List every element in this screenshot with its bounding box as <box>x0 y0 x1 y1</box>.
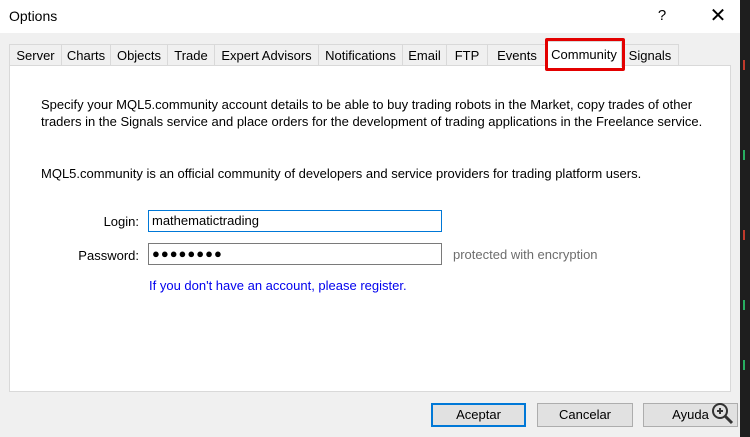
magnifier-icon <box>712 403 734 425</box>
tab-events[interactable]: Events <box>487 44 547 66</box>
intro-text-line2: traders in the Signals service and place… <box>41 114 703 129</box>
login-label: Login: <box>103 214 139 229</box>
options-dialog: Options ? ✕ Server Charts Objects Trade … <box>0 0 740 437</box>
password-hint: protected with encryption <box>453 247 598 262</box>
background-chart-strip <box>740 0 750 437</box>
tab-notifications[interactable]: Notifications <box>318 44 403 66</box>
accept-button[interactable]: Aceptar <box>431 403 526 427</box>
community-tab-highlight <box>545 38 625 71</box>
intro-text-line1: Specify your MQL5.community account deta… <box>41 97 693 112</box>
register-link[interactable]: If you don't have an account, please reg… <box>149 278 407 293</box>
help-icon[interactable]: ? <box>650 4 674 28</box>
about-text: MQL5.community is an official community … <box>41 166 642 181</box>
tab-charts[interactable]: Charts <box>61 44 111 66</box>
password-field[interactable]: ●●●●●●●● <box>148 243 442 265</box>
password-label: Password: <box>78 248 139 263</box>
cancel-button[interactable]: Cancelar <box>537 403 633 427</box>
tab-expert-advisors[interactable]: Expert Advisors <box>214 44 319 66</box>
tab-objects[interactable]: Objects <box>110 44 168 66</box>
tab-trade[interactable]: Trade <box>167 44 215 66</box>
tab-email[interactable]: Email <box>402 44 447 66</box>
close-icon[interactable]: ✕ <box>704 4 732 28</box>
tab-signals[interactable]: Signals <box>621 44 679 66</box>
tab-ftp[interactable]: FTP <box>446 44 488 66</box>
tab-server[interactable]: Server <box>9 44 62 66</box>
title-bar: Options ? ✕ <box>0 0 740 33</box>
login-field[interactable]: mathematictrading <box>148 210 442 232</box>
community-panel: Specify your MQL5.community account deta… <box>9 65 731 392</box>
dialog-title: Options <box>9 8 58 24</box>
